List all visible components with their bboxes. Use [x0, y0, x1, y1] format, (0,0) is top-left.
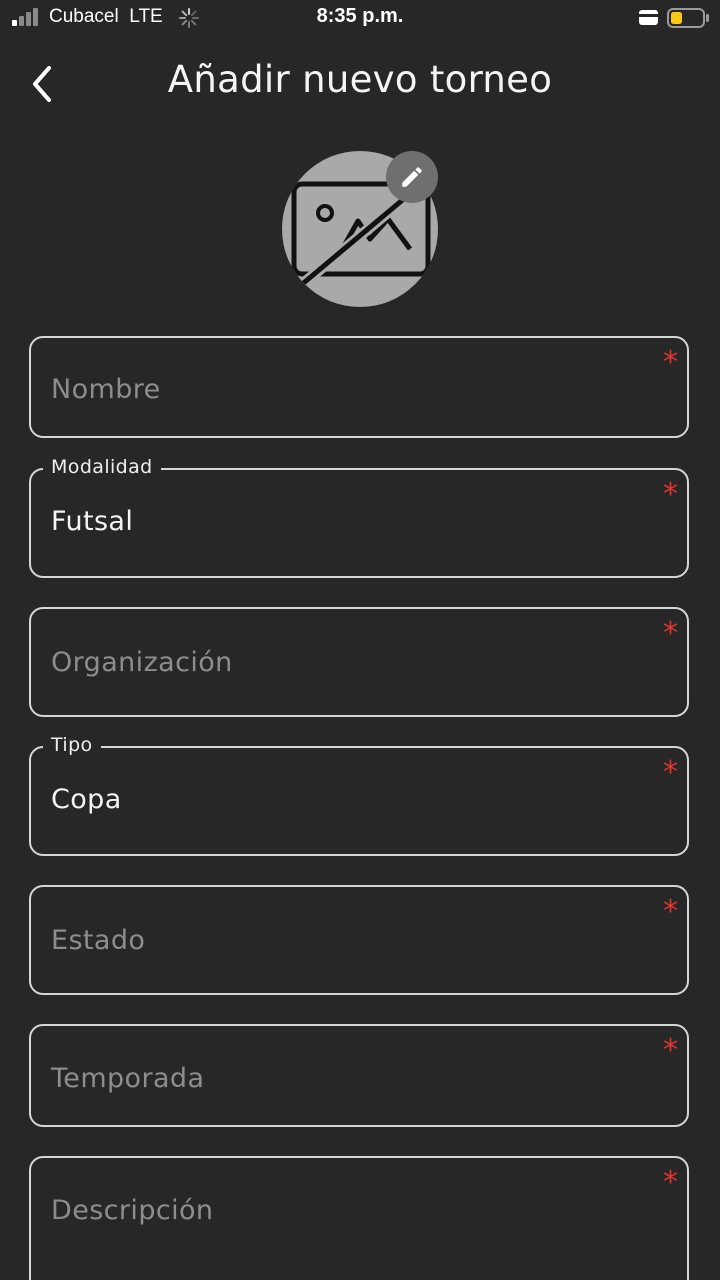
add-tournament-screen: Cubacel LTE 8:35 p.m. Añadir nuevo torne…	[0, 0, 720, 1280]
page-title: Añadir nuevo torneo	[167, 58, 553, 101]
battery-icon	[667, 8, 709, 28]
nombre-field[interactable]: Nombre *	[29, 336, 689, 438]
status-time: 8:35 p.m.	[316, 5, 404, 27]
status-bar: Cubacel LTE 8:35 p.m.	[0, 0, 720, 38]
tipo-value: Copa	[51, 784, 122, 815]
tipo-label: Tipo	[43, 734, 101, 756]
tipo-field[interactable]: Tipo Copa *	[29, 734, 689, 856]
modalidad-label: Modalidad	[43, 456, 161, 478]
required-marker: *	[663, 477, 678, 512]
estado-placeholder: Estado	[51, 925, 146, 956]
edit-image-button[interactable]	[386, 151, 438, 203]
required-marker: *	[663, 1033, 678, 1068]
required-marker: *	[663, 616, 678, 651]
required-marker: *	[663, 894, 678, 929]
descripcion-placeholder: Descripción	[51, 1195, 214, 1226]
organizacion-placeholder: Organización	[51, 647, 233, 678]
temporada-field[interactable]: Temporada *	[29, 1024, 689, 1127]
temporada-placeholder: Temporada	[51, 1063, 205, 1094]
modalidad-value: Futsal	[51, 506, 134, 537]
nombre-placeholder: Nombre	[51, 374, 161, 405]
pencil-icon	[402, 167, 422, 187]
modalidad-field[interactable]: Modalidad Futsal *	[29, 456, 689, 578]
required-marker: *	[663, 1165, 678, 1200]
organizacion-field[interactable]: Organización *	[29, 607, 689, 717]
wallet-card-icon	[639, 10, 658, 25]
required-marker: *	[663, 345, 678, 380]
estado-field[interactable]: Estado *	[29, 885, 689, 995]
descripcion-field[interactable]: Descripción *	[29, 1156, 689, 1280]
required-marker: *	[663, 755, 678, 790]
